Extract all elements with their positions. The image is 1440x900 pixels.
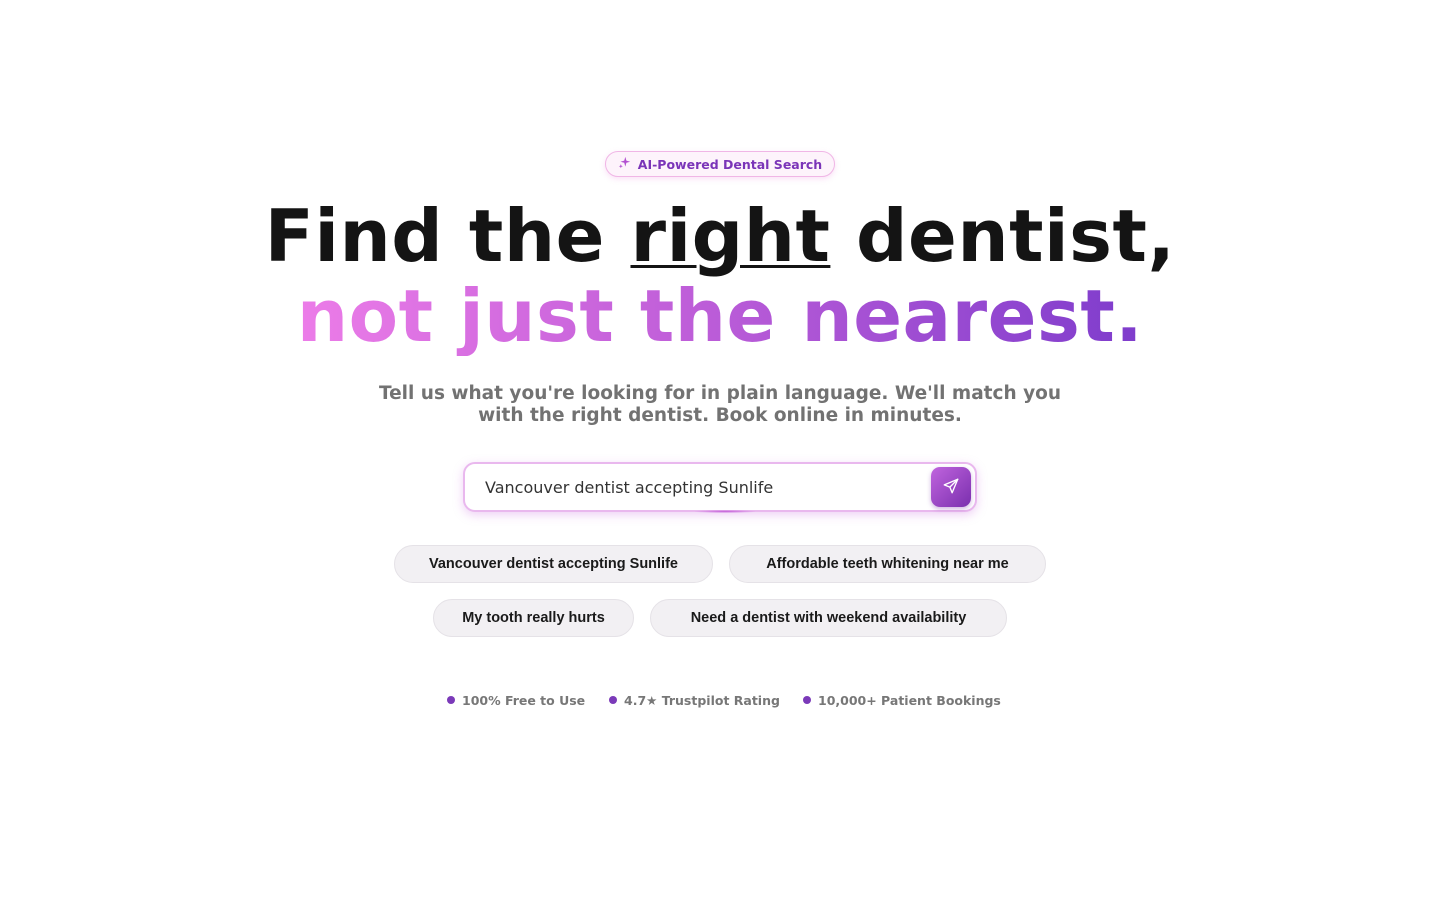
headline-line-1: Find the right dentist,: [0, 196, 1440, 276]
trust-item-label: 4.7★ Trustpilot Rating: [624, 692, 780, 708]
headline-emphasis: right: [630, 194, 831, 278]
sparkle-icon: [618, 156, 631, 172]
trust-item-label: 10,000+ Patient Bookings: [818, 692, 1001, 708]
headline-suffix: dentist,: [830, 194, 1176, 278]
search-submit-button[interactable]: [931, 467, 971, 507]
trust-item-label: 100% Free to Use: [462, 692, 586, 708]
search-input[interactable]: [485, 474, 925, 500]
headline-line-2: not just the nearest.: [296, 274, 1144, 358]
suggestion-chip[interactable]: Need a dentist with weekend availability: [650, 599, 1007, 637]
page-title: Find the right dentist, not just the nea…: [0, 196, 1440, 356]
suggestion-chip[interactable]: Affordable teeth whitening near me: [729, 545, 1046, 583]
search-bar: [463, 462, 977, 513]
hero-section: AI-Powered Dental Search Find the right …: [0, 0, 1440, 900]
trust-item-bookings: 10,000+ Patient Bookings: [803, 690, 1001, 710]
page-subtitle: Tell us what you're looking for in plain…: [378, 383, 1062, 426]
send-icon: [942, 477, 960, 498]
ai-badge-label: AI-Powered Dental Search: [637, 156, 823, 172]
bullet-dot-icon: [803, 696, 811, 704]
bullet-dot-icon: [447, 696, 455, 704]
trust-item-rating: 4.7★ Trustpilot Rating: [609, 690, 780, 710]
ai-badge: AI-Powered Dental Search: [605, 151, 835, 177]
suggestion-chip[interactable]: Vancouver dentist accepting Sunlife: [394, 545, 713, 583]
suggestion-chip[interactable]: My tooth really hurts: [433, 599, 634, 637]
headline-prefix: Find the: [264, 194, 631, 278]
bullet-dot-icon: [609, 696, 617, 704]
trust-item-free: 100% Free to Use: [447, 690, 585, 710]
